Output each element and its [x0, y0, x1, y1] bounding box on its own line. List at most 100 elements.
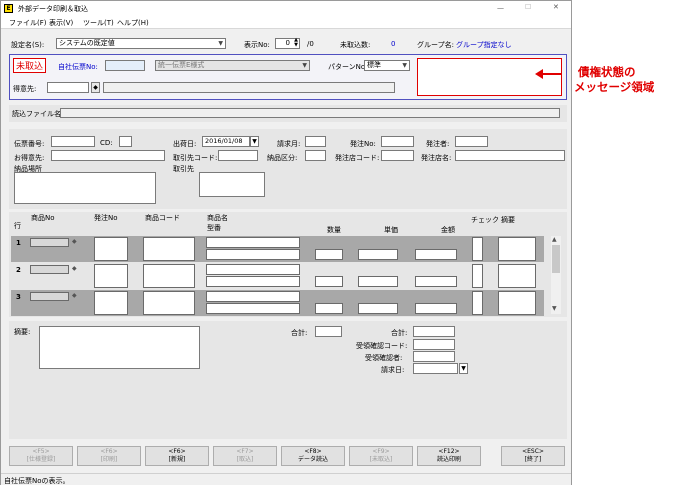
remarks-cell[interactable]: [498, 291, 536, 315]
product-name-cell[interactable]: [206, 264, 300, 275]
partner-input[interactable]: [199, 172, 265, 197]
row-number: 3: [16, 293, 21, 301]
total-amount-input: [413, 326, 455, 337]
check-cell[interactable]: [472, 264, 483, 288]
slip-number-input[interactable]: [51, 136, 95, 147]
calendar-dropdown-icon[interactable]: ▼: [459, 363, 468, 374]
order-store-code-input[interactable]: [381, 150, 414, 161]
model-cell[interactable]: [206, 276, 300, 287]
search-icon[interactable]: ◆: [72, 265, 77, 272]
remarks-input[interactable]: [39, 326, 200, 369]
confirm-code-input[interactable]: [413, 339, 455, 350]
scroll-up-icon[interactable]: ▲: [552, 236, 557, 243]
confirmer-input[interactable]: [413, 351, 455, 362]
maximize-button[interactable]: ☐: [525, 3, 531, 11]
orderer-label: 発注者:: [426, 140, 450, 148]
arrow-left-icon: [535, 69, 543, 79]
product-no-input[interactable]: [30, 292, 69, 301]
slip-no-label: 自社伝票No:: [58, 63, 98, 71]
calendar-dropdown-icon[interactable]: ▼: [250, 136, 259, 147]
menu-view[interactable]: 表示(V): [49, 18, 73, 28]
partner-code-input[interactable]: [218, 150, 258, 161]
menu-help[interactable]: ヘルプ(H): [117, 18, 149, 28]
order-no-input[interactable]: [381, 136, 414, 147]
unimported-label: 未取込数:: [340, 41, 371, 49]
order-no-cell[interactable]: [94, 291, 128, 315]
print-button[interactable]: <F6> [印刷]: [77, 446, 141, 466]
spinner-icon[interactable]: ▲ ▼: [294, 38, 298, 48]
menu-file[interactable]: ファイル(F): [9, 18, 47, 28]
product-no-input[interactable]: [30, 238, 69, 247]
product-code-cell[interactable]: [143, 237, 195, 261]
import-button[interactable]: <F7> [取込]: [213, 446, 277, 466]
cd-input[interactable]: [119, 136, 132, 147]
orderer-input[interactable]: [455, 136, 488, 147]
product-no-input[interactable]: [30, 265, 69, 274]
chevron-down-icon: ▼: [218, 40, 223, 47]
customer-form-label: お得意先:: [14, 154, 45, 162]
amount-cell[interactable]: [415, 276, 457, 287]
amount-cell[interactable]: [415, 249, 457, 260]
table-row[interactable]: 2 ◆: [11, 263, 544, 289]
order-store-name-input[interactable]: [455, 150, 565, 161]
load-data-button[interactable]: <F8> データ読込: [281, 446, 345, 466]
partner-code-label: 取引先コード:: [173, 154, 218, 162]
delivery-place-input[interactable]: [14, 172, 156, 204]
delivery-class-input[interactable]: [305, 150, 326, 161]
exit-button[interactable]: <ESC> [終了]: [501, 446, 565, 466]
setting-select[interactable]: システムの既定値 ▼: [56, 38, 226, 49]
pattern-select[interactable]: 標準 ▼: [364, 60, 410, 71]
confirmer-label: 受領確認者:: [365, 354, 403, 362]
partner-label: 取引先: [173, 165, 194, 173]
slip-format-select[interactable]: 統一伝票E様式 ▼: [155, 60, 310, 71]
product-code-cell[interactable]: [143, 291, 195, 315]
product-name-cell[interactable]: [206, 291, 300, 302]
new-button[interactable]: <F6> [新規]: [145, 446, 209, 466]
load-print-button[interactable]: <F12> 読込印刷: [417, 446, 481, 466]
unit-price-cell[interactable]: [358, 303, 398, 314]
unit-price-cell[interactable]: [358, 249, 398, 260]
register-spec-button[interactable]: <F5> [仕様登録]: [9, 446, 73, 466]
scroll-down-icon[interactable]: ▼: [552, 305, 557, 312]
slip-no-input[interactable]: [105, 60, 145, 71]
remarks-cell[interactable]: [498, 237, 536, 261]
minimize-button[interactable]: —: [497, 4, 504, 12]
search-icon[interactable]: ◆: [72, 238, 77, 245]
billing-date-input[interactable]: [413, 363, 458, 374]
scroll-thumb[interactable]: [552, 245, 560, 273]
order-no-cell[interactable]: [94, 264, 128, 288]
amount-cell[interactable]: [415, 303, 457, 314]
menu-tools[interactable]: ツール(T): [83, 18, 114, 28]
unit-price-header: 単価: [384, 226, 398, 234]
remarks-cell[interactable]: [498, 264, 536, 288]
qty-cell[interactable]: [315, 303, 343, 314]
file-label: 読込ファイル名:: [12, 110, 64, 118]
product-name-cell[interactable]: [206, 237, 300, 248]
table-row[interactable]: 1 ◆: [11, 236, 544, 262]
check-cell[interactable]: [472, 291, 483, 315]
status-bar: 自社伝票Noの表示。: [1, 473, 571, 485]
customer-form-input[interactable]: [51, 150, 165, 161]
unit-price-cell[interactable]: [358, 276, 398, 287]
chevron-down-icon: ▼: [302, 62, 307, 69]
file-name-input: [60, 108, 560, 118]
close-button[interactable]: ✕: [553, 3, 559, 11]
ship-date-input[interactable]: 2016/01/08: [202, 136, 250, 147]
product-code-cell[interactable]: [143, 264, 195, 288]
display-no-input[interactable]: 0 ▲ ▼: [275, 38, 300, 49]
display-no-label: 表示No:: [244, 41, 270, 49]
search-icon[interactable]: ◆: [72, 292, 77, 299]
billing-month-input[interactable]: [305, 136, 326, 147]
delivery-class-label: 納品区分:: [267, 154, 298, 162]
order-no-cell[interactable]: [94, 237, 128, 261]
qty-cell[interactable]: [315, 249, 343, 260]
grid-scrollbar[interactable]: ▲ ▼: [551, 236, 561, 314]
check-cell[interactable]: [472, 237, 483, 261]
table-row[interactable]: 3 ◆: [11, 290, 544, 316]
model-cell[interactable]: [206, 303, 300, 314]
qty-cell[interactable]: [315, 276, 343, 287]
search-icon[interactable]: ◆: [91, 82, 100, 93]
customer-code-input[interactable]: [47, 82, 89, 93]
unimported-button[interactable]: <F9> [未取込]: [349, 446, 413, 466]
model-cell[interactable]: [206, 249, 300, 260]
